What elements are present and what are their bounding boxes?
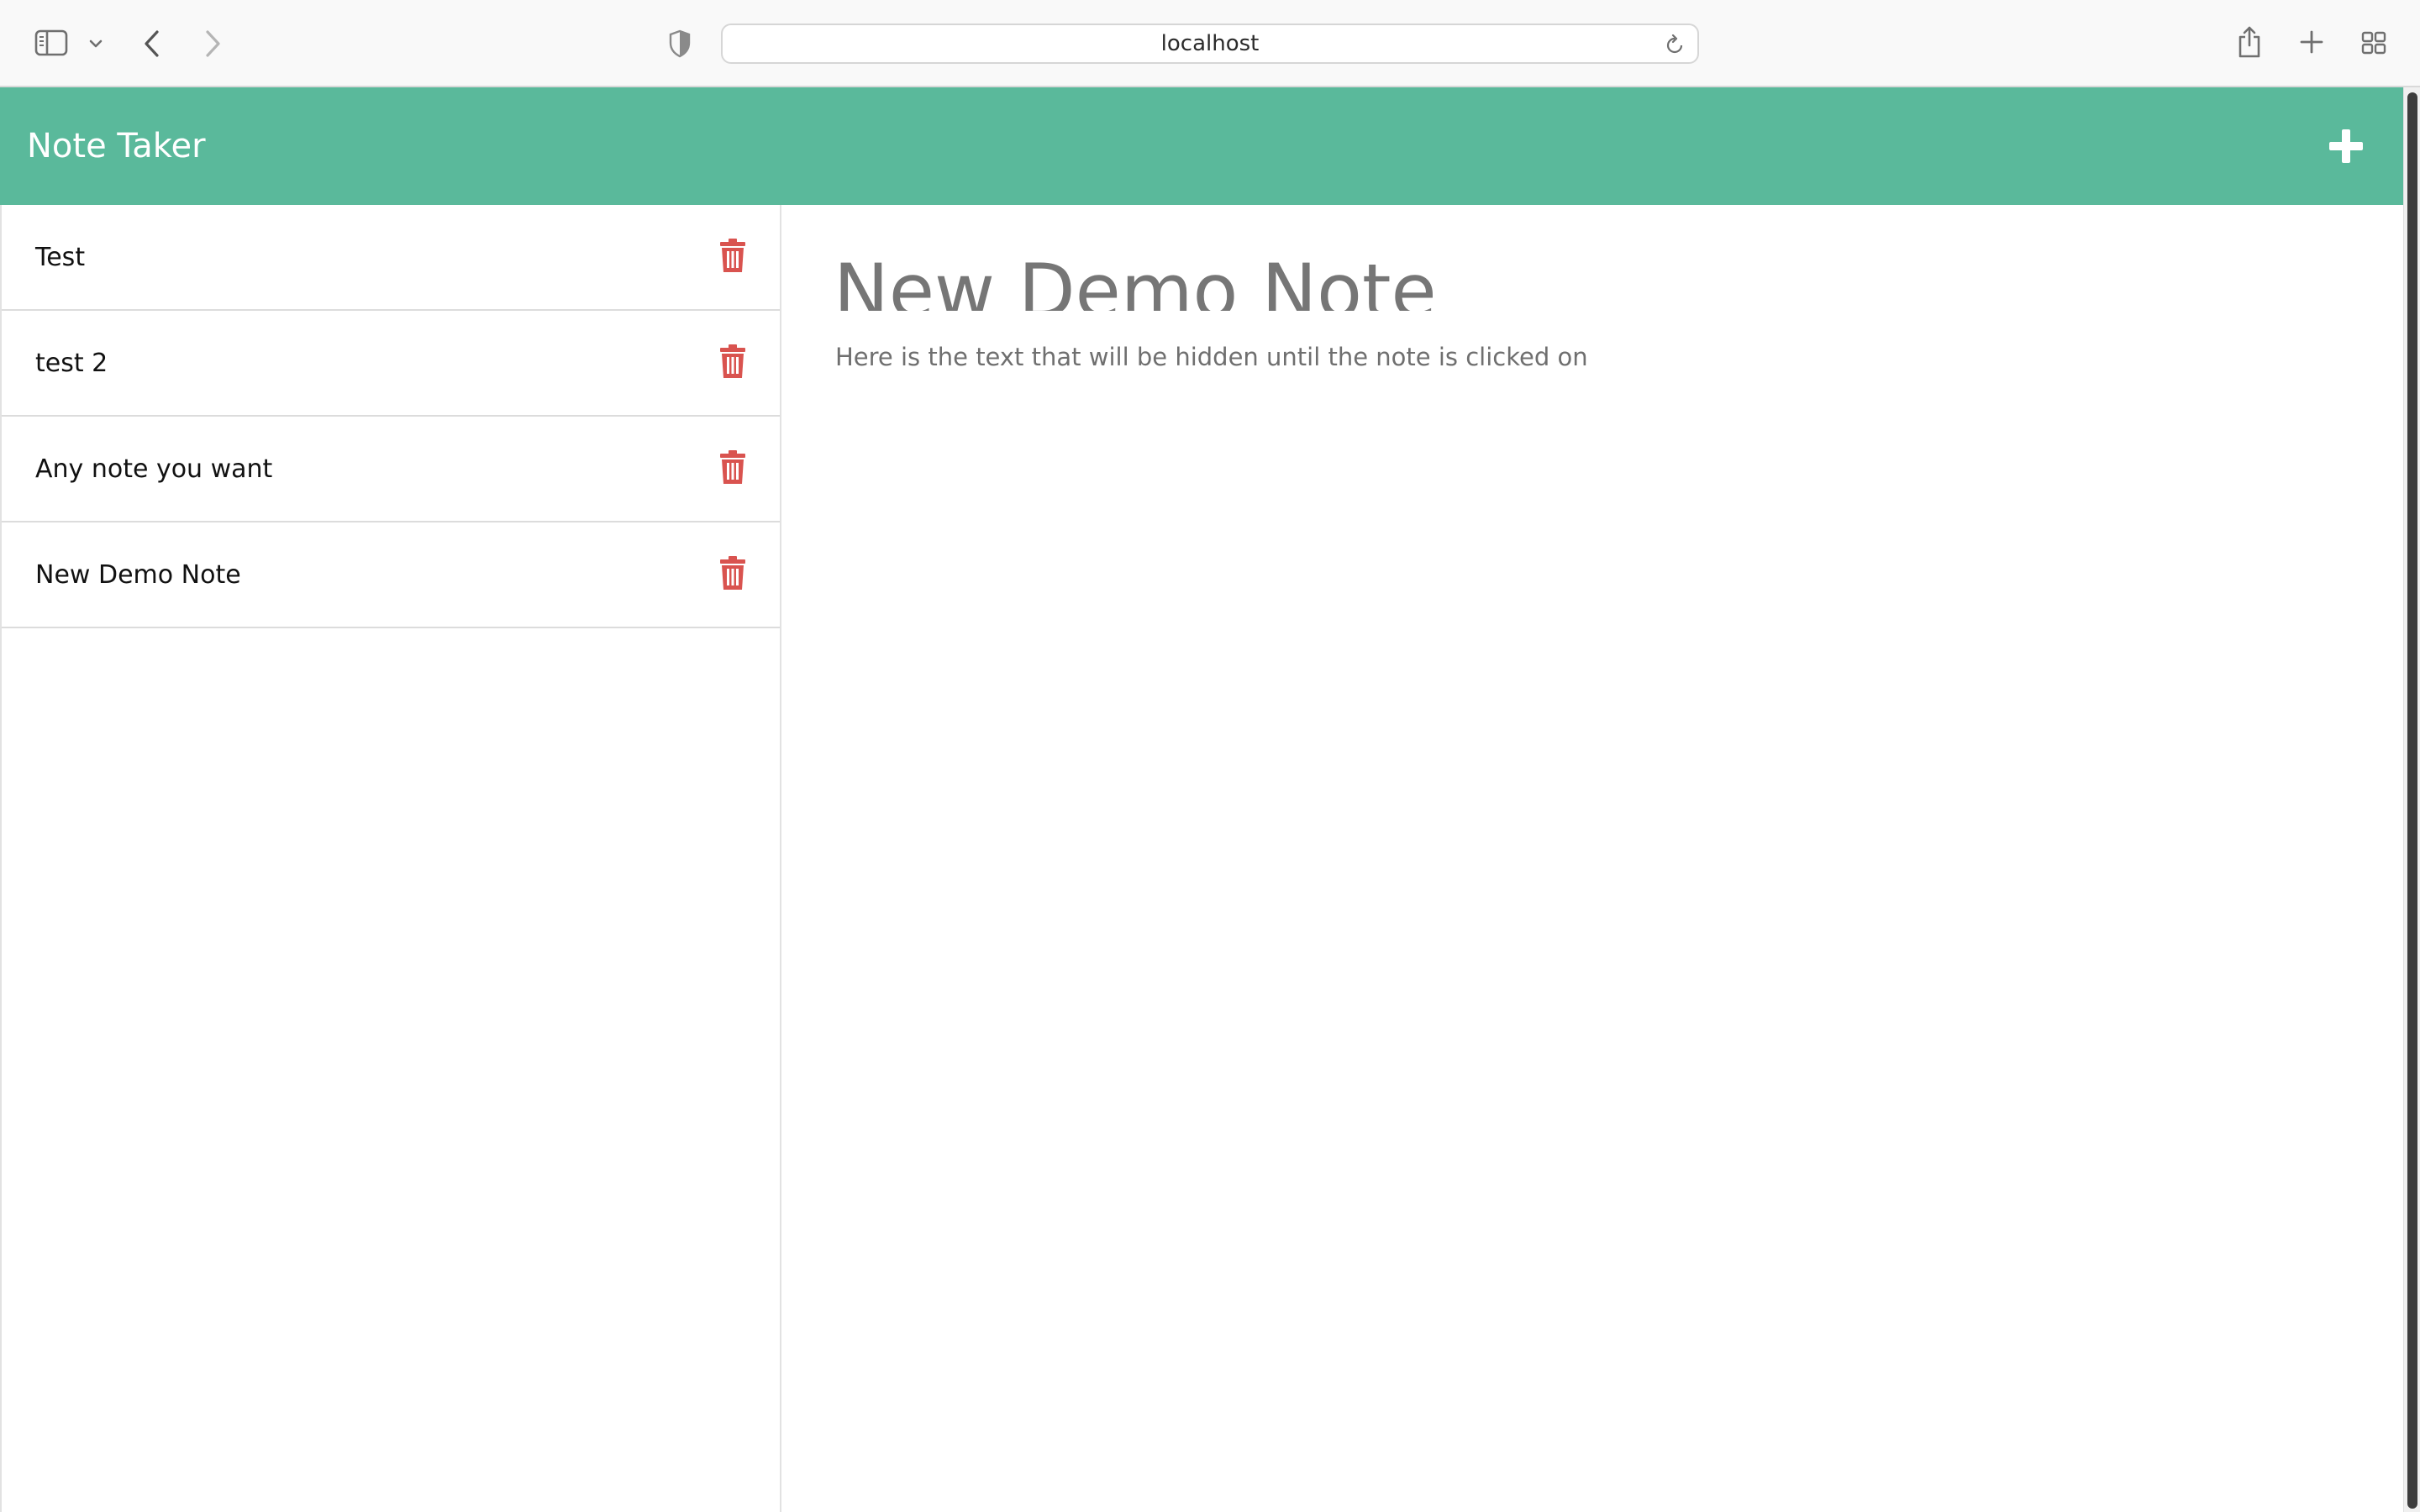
note-heading: New Demo Note — [834, 248, 1437, 311]
app-title[interactable]: Note Taker — [27, 87, 206, 205]
note-title: Test — [35, 242, 86, 272]
list-item[interactable]: Test — [2, 205, 780, 311]
list-item[interactable]: New Demo Note — [2, 522, 780, 628]
chevron-right-icon[interactable] — [200, 27, 225, 60]
note-title: Any note you want — [35, 454, 273, 484]
list-item[interactable]: test 2 — [2, 311, 780, 417]
note-list: Test test 2 Any note you want New Demo N… — [0, 205, 781, 1512]
trash-icon[interactable] — [719, 344, 746, 378]
grid-icon[interactable] — [2360, 29, 2388, 57]
reload-icon[interactable] — [1664, 34, 1686, 57]
plus-icon[interactable] — [2297, 27, 2326, 57]
new-note-button[interactable] — [2326, 126, 2366, 166]
share-icon[interactable] — [2235, 24, 2264, 60]
page-scrollbar[interactable] — [2403, 87, 2420, 1512]
address-bar[interactable]: localhost — [721, 24, 1699, 64]
chevron-down-icon[interactable] — [87, 35, 104, 52]
note-title: New Demo Note — [35, 559, 241, 590]
note-title-field[interactable]: New Demo Note — [834, 227, 2262, 311]
shield-icon[interactable] — [667, 29, 692, 59]
plus-icon — [2329, 129, 2363, 163]
note-text-field[interactable]: Here is the text that will be hidden unt… — [835, 343, 1588, 371]
note-editor: New Demo Note Here is the text that will… — [781, 205, 2403, 1512]
url-text: localhost — [1160, 31, 1260, 56]
trash-icon[interactable] — [719, 239, 746, 272]
trash-icon[interactable] — [719, 450, 746, 484]
chevron-left-icon[interactable] — [139, 27, 165, 60]
list-item[interactable]: Any note you want — [2, 417, 780, 522]
browser-toolbar: localhost — [0, 0, 2420, 87]
app-navbar: Note Taker — [0, 87, 2403, 205]
scrollbar-thumb[interactable] — [2407, 92, 2417, 1509]
trash-icon[interactable] — [719, 556, 746, 590]
note-title: test 2 — [35, 348, 108, 378]
sidebar-icon[interactable] — [34, 29, 69, 57]
